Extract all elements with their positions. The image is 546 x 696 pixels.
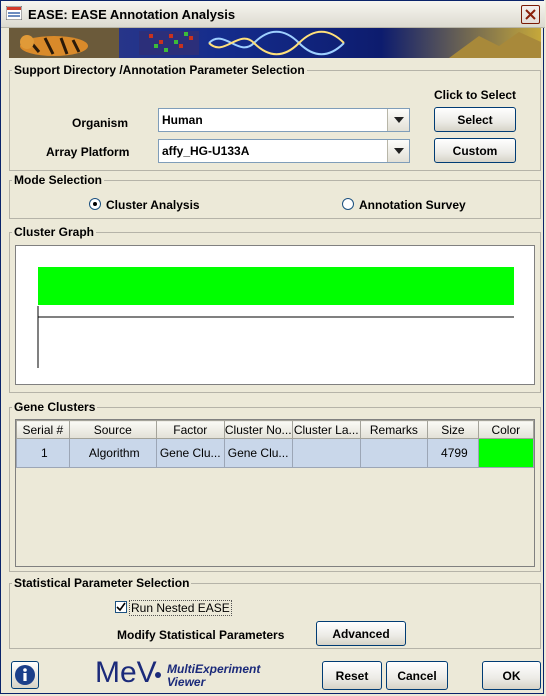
- cluster-analysis-label[interactable]: Cluster Analysis: [106, 198, 200, 212]
- serial-cell[interactable]: 1: [16, 438, 70, 468]
- annotation-survey-radio[interactable]: [342, 198, 354, 210]
- gene-clusters-legend: Gene Clusters: [14, 400, 96, 414]
- source-cell[interactable]: Algorithm: [68, 438, 157, 468]
- ease-dialog: EASE: EASE Annotation Analysis Support D…: [0, 0, 545, 694]
- click-to-select-label: Click to Select: [434, 88, 517, 102]
- mode-selection-panel: Mode Selection: [9, 173, 541, 219]
- mev-logo: MeV: [95, 656, 157, 689]
- size-cell[interactable]: 4799: [427, 438, 479, 468]
- advanced-button[interactable]: Advanced: [316, 621, 406, 646]
- column-header[interactable]: Size: [427, 420, 479, 439]
- ok-button[interactable]: OK: [482, 661, 541, 690]
- remarks-cell[interactable]: [359, 438, 429, 468]
- column-header[interactable]: Cluster No...: [223, 420, 293, 439]
- column-header[interactable]: Source: [68, 420, 157, 439]
- title-bar[interactable]: EASE: EASE Annotation Analysis: [1, 1, 545, 28]
- mev-tagline-2: Viewer: [167, 675, 206, 689]
- cluster-bar: [38, 267, 514, 305]
- column-header[interactable]: Factor: [155, 420, 225, 439]
- window-title: EASE: EASE Annotation Analysis: [28, 7, 236, 22]
- chevron-down-icon: [393, 148, 404, 154]
- run-nested-ease-checkbox[interactable]: [115, 601, 127, 613]
- run-nested-ease-label[interactable]: Run Nested EASE: [129, 600, 232, 616]
- gene-clusters-table[interactable]: Serial # Source Factor Cluster No... Clu…: [15, 419, 535, 567]
- color-cell[interactable]: [477, 438, 535, 468]
- factor-cell[interactable]: Gene Clu...: [155, 438, 225, 468]
- info-button[interactable]: [11, 661, 39, 689]
- select-button[interactable]: Select: [434, 107, 516, 132]
- ease-banner-image: [9, 28, 541, 58]
- reset-button[interactable]: Reset: [322, 661, 382, 690]
- cluster-graph-canvas: [15, 245, 535, 385]
- logo-dot-icon: [155, 672, 161, 678]
- annotation-survey-label[interactable]: Annotation Survey: [359, 198, 466, 212]
- array-platform-value: affy_HG-U133A: [162, 144, 250, 158]
- cancel-button[interactable]: Cancel: [386, 661, 448, 690]
- mev-tagline-1: MultiExperiment: [167, 662, 261, 676]
- clusters-table: Serial # Source Factor Cluster No... Clu…: [16, 420, 535, 468]
- close-icon: [525, 9, 536, 20]
- support-directory-legend: Support Directory /Annotation Parameter …: [14, 63, 305, 77]
- chevron-down-icon: [393, 117, 404, 123]
- statistical-parameter-legend: Statistical Parameter Selection: [14, 576, 190, 590]
- check-icon: [116, 602, 126, 612]
- column-header[interactable]: Color: [477, 420, 535, 439]
- cluster-analysis-radio[interactable]: [89, 198, 101, 210]
- organism-dropdown-arrow[interactable]: [387, 109, 409, 131]
- organism-label: Organism: [72, 116, 129, 130]
- table-header-row: Serial # Source Factor Cluster No... Clu…: [16, 420, 535, 439]
- array-platform-dropdown-arrow[interactable]: [387, 140, 409, 162]
- info-icon: [15, 665, 35, 685]
- custom-button[interactable]: Custom: [434, 138, 516, 163]
- column-header[interactable]: Serial #: [16, 420, 70, 439]
- column-header[interactable]: Cluster La...: [291, 420, 361, 439]
- radio-selected-dot: [93, 202, 97, 206]
- organism-combo[interactable]: Human: [158, 108, 410, 132]
- modify-statistical-parameters-label: Modify Statistical Parameters: [117, 628, 285, 642]
- array-platform-label: Array Platform: [46, 145, 130, 159]
- cluster-label-cell[interactable]: [291, 438, 361, 468]
- close-button[interactable]: [521, 5, 540, 24]
- mode-selection-legend: Mode Selection: [14, 173, 103, 187]
- java-window-icon: [6, 6, 22, 20]
- column-header[interactable]: Remarks: [359, 420, 429, 439]
- banner-graphic: [9, 28, 541, 58]
- array-platform-combo[interactable]: affy_HG-U133A: [158, 139, 410, 163]
- cluster-graph-svg: [37, 267, 514, 368]
- cluster-no-cell[interactable]: Gene Clu...: [223, 438, 293, 468]
- cluster-graph-legend: Cluster Graph: [14, 225, 95, 239]
- table-row[interactable]: 1 Algorithm Gene Clu... Gene Clu... 4799: [16, 438, 535, 468]
- organism-value: Human: [162, 113, 203, 127]
